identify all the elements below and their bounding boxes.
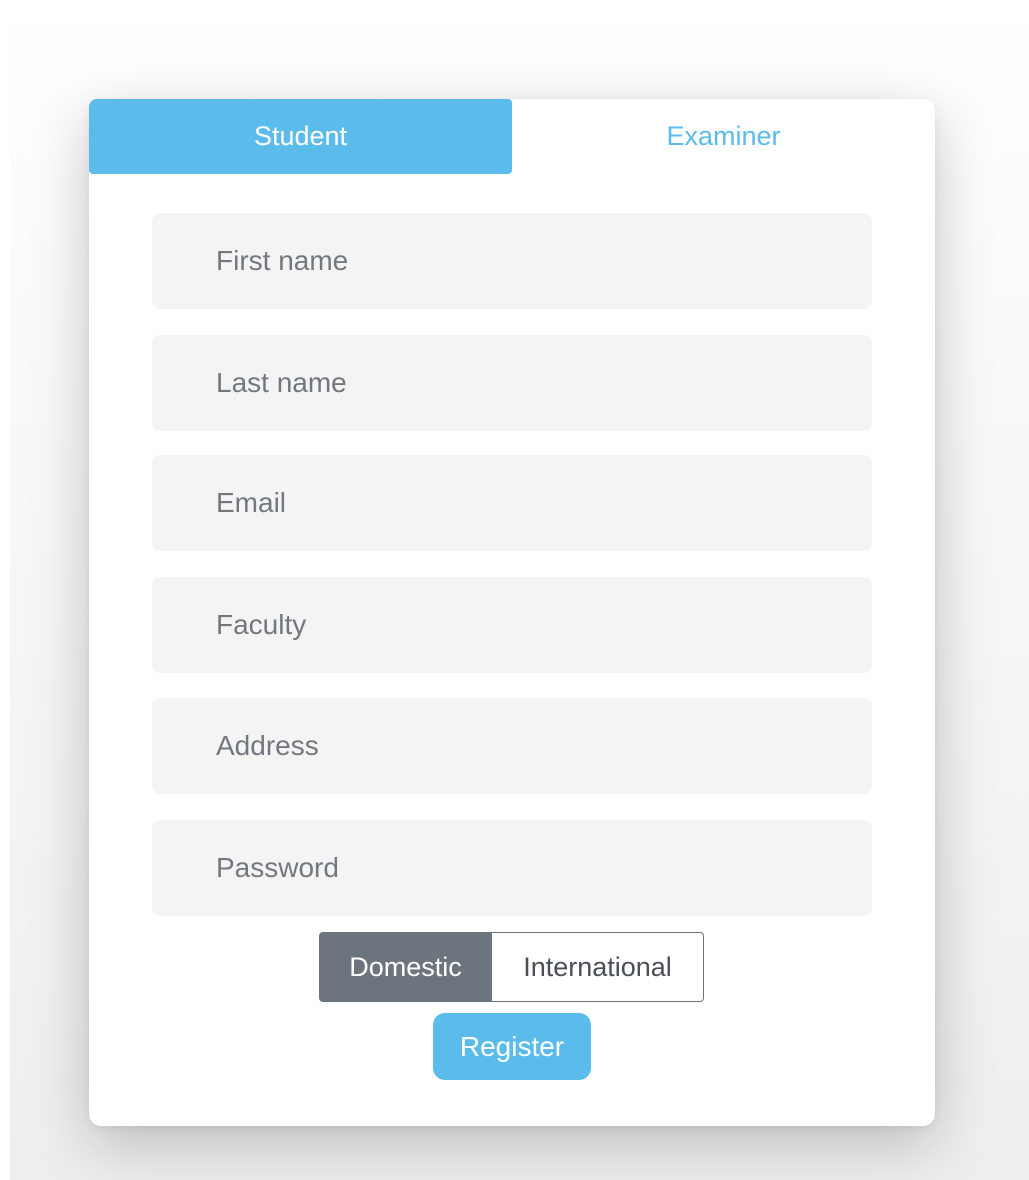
register-button[interactable]: Register <box>433 1013 591 1080</box>
registration-card: Student Examiner Domestic International … <box>89 99 935 1126</box>
tab-student[interactable]: Student <box>89 99 512 174</box>
role-tabs: Student Examiner <box>89 99 935 174</box>
faculty-input[interactable] <box>152 577 872 673</box>
last-name-input[interactable] <box>152 335 872 431</box>
tab-examiner[interactable]: Examiner <box>512 99 935 174</box>
address-input[interactable] <box>152 698 872 794</box>
residency-toggle: Domestic International <box>319 932 704 1002</box>
email-input[interactable] <box>152 455 872 551</box>
password-input[interactable] <box>152 820 872 916</box>
first-name-input[interactable] <box>152 213 872 309</box>
international-option[interactable]: International <box>492 932 704 1002</box>
domestic-option[interactable]: Domestic <box>319 932 492 1002</box>
